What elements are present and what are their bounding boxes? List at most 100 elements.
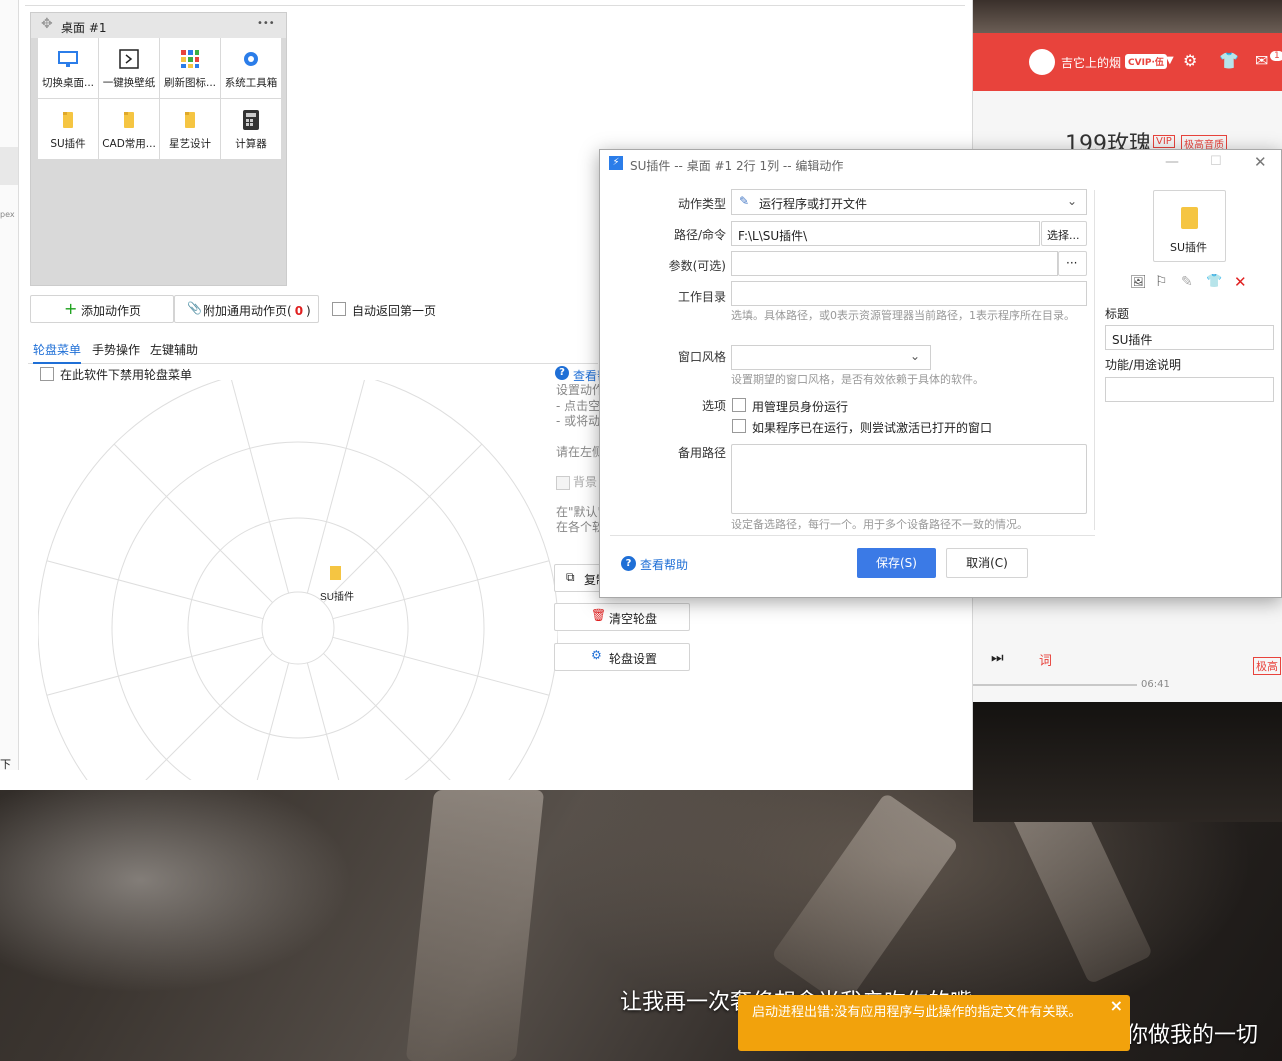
title-input[interactable]: SU插件 <box>1105 325 1274 350</box>
mail-icon[interactable]: ✉ <box>1255 51 1268 70</box>
mail-count-badge: 1 <box>1270 51 1282 61</box>
choose-label: 选择... <box>1047 229 1080 242</box>
add-page-button[interactable]: + 添加动作页 <box>30 295 174 323</box>
desktop-item-label: 计算器 <box>235 138 267 150</box>
action-type-value: 运行程序或打开文件 <box>759 197 868 211</box>
wand-icon: ✎ <box>739 194 750 208</box>
action-type-label: 动作类型 <box>677 197 726 211</box>
params-input[interactable] <box>731 251 1058 276</box>
lyrics-icon[interactable]: 词 <box>1039 650 1052 669</box>
footer-divider <box>610 535 1095 536</box>
flag-icon[interactable]: ⚐ <box>1155 274 1168 290</box>
title-label: 标题 <box>1105 307 1130 321</box>
background-checkbox[interactable] <box>556 476 570 490</box>
monitor-icon <box>57 48 79 70</box>
params-label: 参数(可选) <box>668 259 726 273</box>
minimize-icon[interactable]: — <box>1165 154 1179 170</box>
path-input[interactable]: F:\L\SU插件\ <box>731 221 1040 246</box>
more-menu-icon[interactable]: ••• <box>257 18 275 29</box>
delete-icon[interactable]: ✕ <box>1234 273 1247 291</box>
right-divider <box>1094 190 1095 530</box>
wheel-settings-label: 轮盘设置 <box>609 652 658 666</box>
add-page-label: 添加动作页 <box>81 304 142 318</box>
action-type-select[interactable]: ✎ 运行程序或打开文件 ⌄ <box>731 189 1087 215</box>
chevron-down-icon[interactable]: ▼ <box>1166 55 1174 66</box>
side-bottom-button[interactable]: 下 <box>0 756 11 772</box>
chevron-down-icon: ⌄ <box>910 349 921 363</box>
desktop-item[interactable]: SU插件 <box>38 99 98 159</box>
backup-path-label: 备用路径 <box>677 446 726 460</box>
attach-page-button[interactable]: 📎 附加通用动作页(0) <box>174 295 319 323</box>
shirt-icon[interactable]: 👕 <box>1206 274 1222 289</box>
title-value: SU插件 <box>1112 333 1153 347</box>
activate-checkbox[interactable] <box>732 419 746 433</box>
close-icon[interactable]: ✕ <box>1254 153 1267 171</box>
tab-left-click-assist[interactable]: 左键辅助 <box>150 341 198 358</box>
desktop-item-label: 切换桌面... <box>41 77 94 89</box>
plus-icon: + <box>64 299 78 318</box>
backup-path-textarea[interactable] <box>731 444 1087 514</box>
video-subtitle: 你做我的一切 <box>1126 1023 1259 1048</box>
folder-icon <box>1181 207 1198 229</box>
clear-wheel-button[interactable]: 🗑 清空轮盘 <box>554 603 690 631</box>
tab-gesture[interactable]: 手势操作 <box>92 341 140 358</box>
gear-icon[interactable]: ⚙ <box>1183 51 1197 70</box>
workdir-hint: 选填。具体路径，或0表示资源管理器当前路径，1表示程序所在目录。 <box>731 309 1075 322</box>
avatar[interactable] <box>1029 49 1055 75</box>
side-selected-item[interactable] <box>0 147 18 185</box>
auto-return-label: 自动返回第一页 <box>352 304 437 318</box>
disable-wheel-checkbox[interactable] <box>40 367 54 381</box>
desktop-item[interactable]: 刷新图标... <box>160 38 220 98</box>
icon-preview[interactable]: SU插件 <box>1153 190 1226 262</box>
description-input[interactable] <box>1105 377 1274 402</box>
help-icon[interactable]: ? <box>621 556 636 571</box>
choose-button[interactable]: 选择... <box>1041 221 1087 246</box>
desktop-item[interactable]: 一键换壁纸 <box>99 38 159 98</box>
desktop-item[interactable]: 切换桌面... <box>38 38 98 98</box>
folder-icon <box>118 109 140 131</box>
track-duration: 06:41 <box>1141 679 1170 690</box>
wheel-spoke <box>332 560 550 620</box>
chevron-down-icon: ⌄ <box>1067 194 1078 208</box>
window-style-select[interactable]: ⌄ <box>731 345 931 370</box>
wheel-spoke <box>46 560 264 620</box>
tab-wheel-menu[interactable]: 轮盘菜单 <box>33 341 82 364</box>
user-name[interactable]: 吉它上的烟 <box>1061 54 1121 71</box>
desktop-item[interactable]: 系统工具箱 <box>221 38 281 98</box>
next-track-icon[interactable]: ⏭ <box>991 650 1004 666</box>
terminal-icon <box>118 48 140 70</box>
auto-return-checkbox[interactable] <box>332 302 346 316</box>
admin-checkbox[interactable] <box>732 398 746 412</box>
wheel-item-label[interactable]: SU插件 <box>320 590 354 603</box>
help-link[interactable]: 查看帮助 <box>640 556 688 573</box>
copy-button[interactable]: ⧉ 复制 <box>554 564 608 592</box>
desktop-item[interactable]: 计算器 <box>221 99 281 159</box>
path-label: 路径/命令 <box>673 228 726 242</box>
tabs-underline <box>28 363 598 364</box>
activate-label: 如果程序已在运行，则尝试激活已打开的窗口 <box>752 421 993 435</box>
quality-badge[interactable]: 极高 <box>1253 657 1281 675</box>
save-button[interactable]: 保存(S) <box>857 548 936 578</box>
desktop-item[interactable]: 星艺设计 <box>160 99 220 159</box>
shirt-icon[interactable]: 👕 <box>1219 51 1239 70</box>
toast-close-icon[interactable]: × <box>1110 996 1123 1015</box>
move-icon[interactable]: ✥ <box>41 16 53 32</box>
wheel-settings-button[interactable]: ⚙ 轮盘设置 <box>554 643 690 671</box>
pen-icon[interactable]: ✎ <box>1181 274 1193 290</box>
desktop-item[interactable]: CAD常用... <box>99 99 159 159</box>
gear-icon <box>240 48 262 70</box>
wheel-menu[interactable]: SU插件 <box>38 380 558 780</box>
desktop-title: 桌面 #1 <box>61 21 107 35</box>
toast-message: 启动进程出错:没有应用程序与此操作的指定文件有关联。 <box>752 1005 1082 1020</box>
params-more-button[interactable]: ··· <box>1058 251 1087 276</box>
edit-action-dialog: ⚡ SU插件 -- 桌面 #1 2行 1列 -- 编辑动作 — ☐ ✕ 动作类型… <box>599 149 1282 598</box>
maximize-icon[interactable]: ☐ <box>1210 154 1222 169</box>
admin-label: 用管理员身份运行 <box>752 400 849 414</box>
gear-icon: ⚙ <box>591 648 602 662</box>
cancel-button[interactable]: 取消(C) <box>946 548 1028 578</box>
image-icon[interactable]: 🖼 <box>1130 275 1147 290</box>
playback-progress[interactable] <box>973 684 1137 686</box>
wheel-spoke <box>231 380 290 594</box>
help-icon[interactable]: ? <box>555 366 569 380</box>
workdir-input[interactable] <box>731 281 1087 306</box>
